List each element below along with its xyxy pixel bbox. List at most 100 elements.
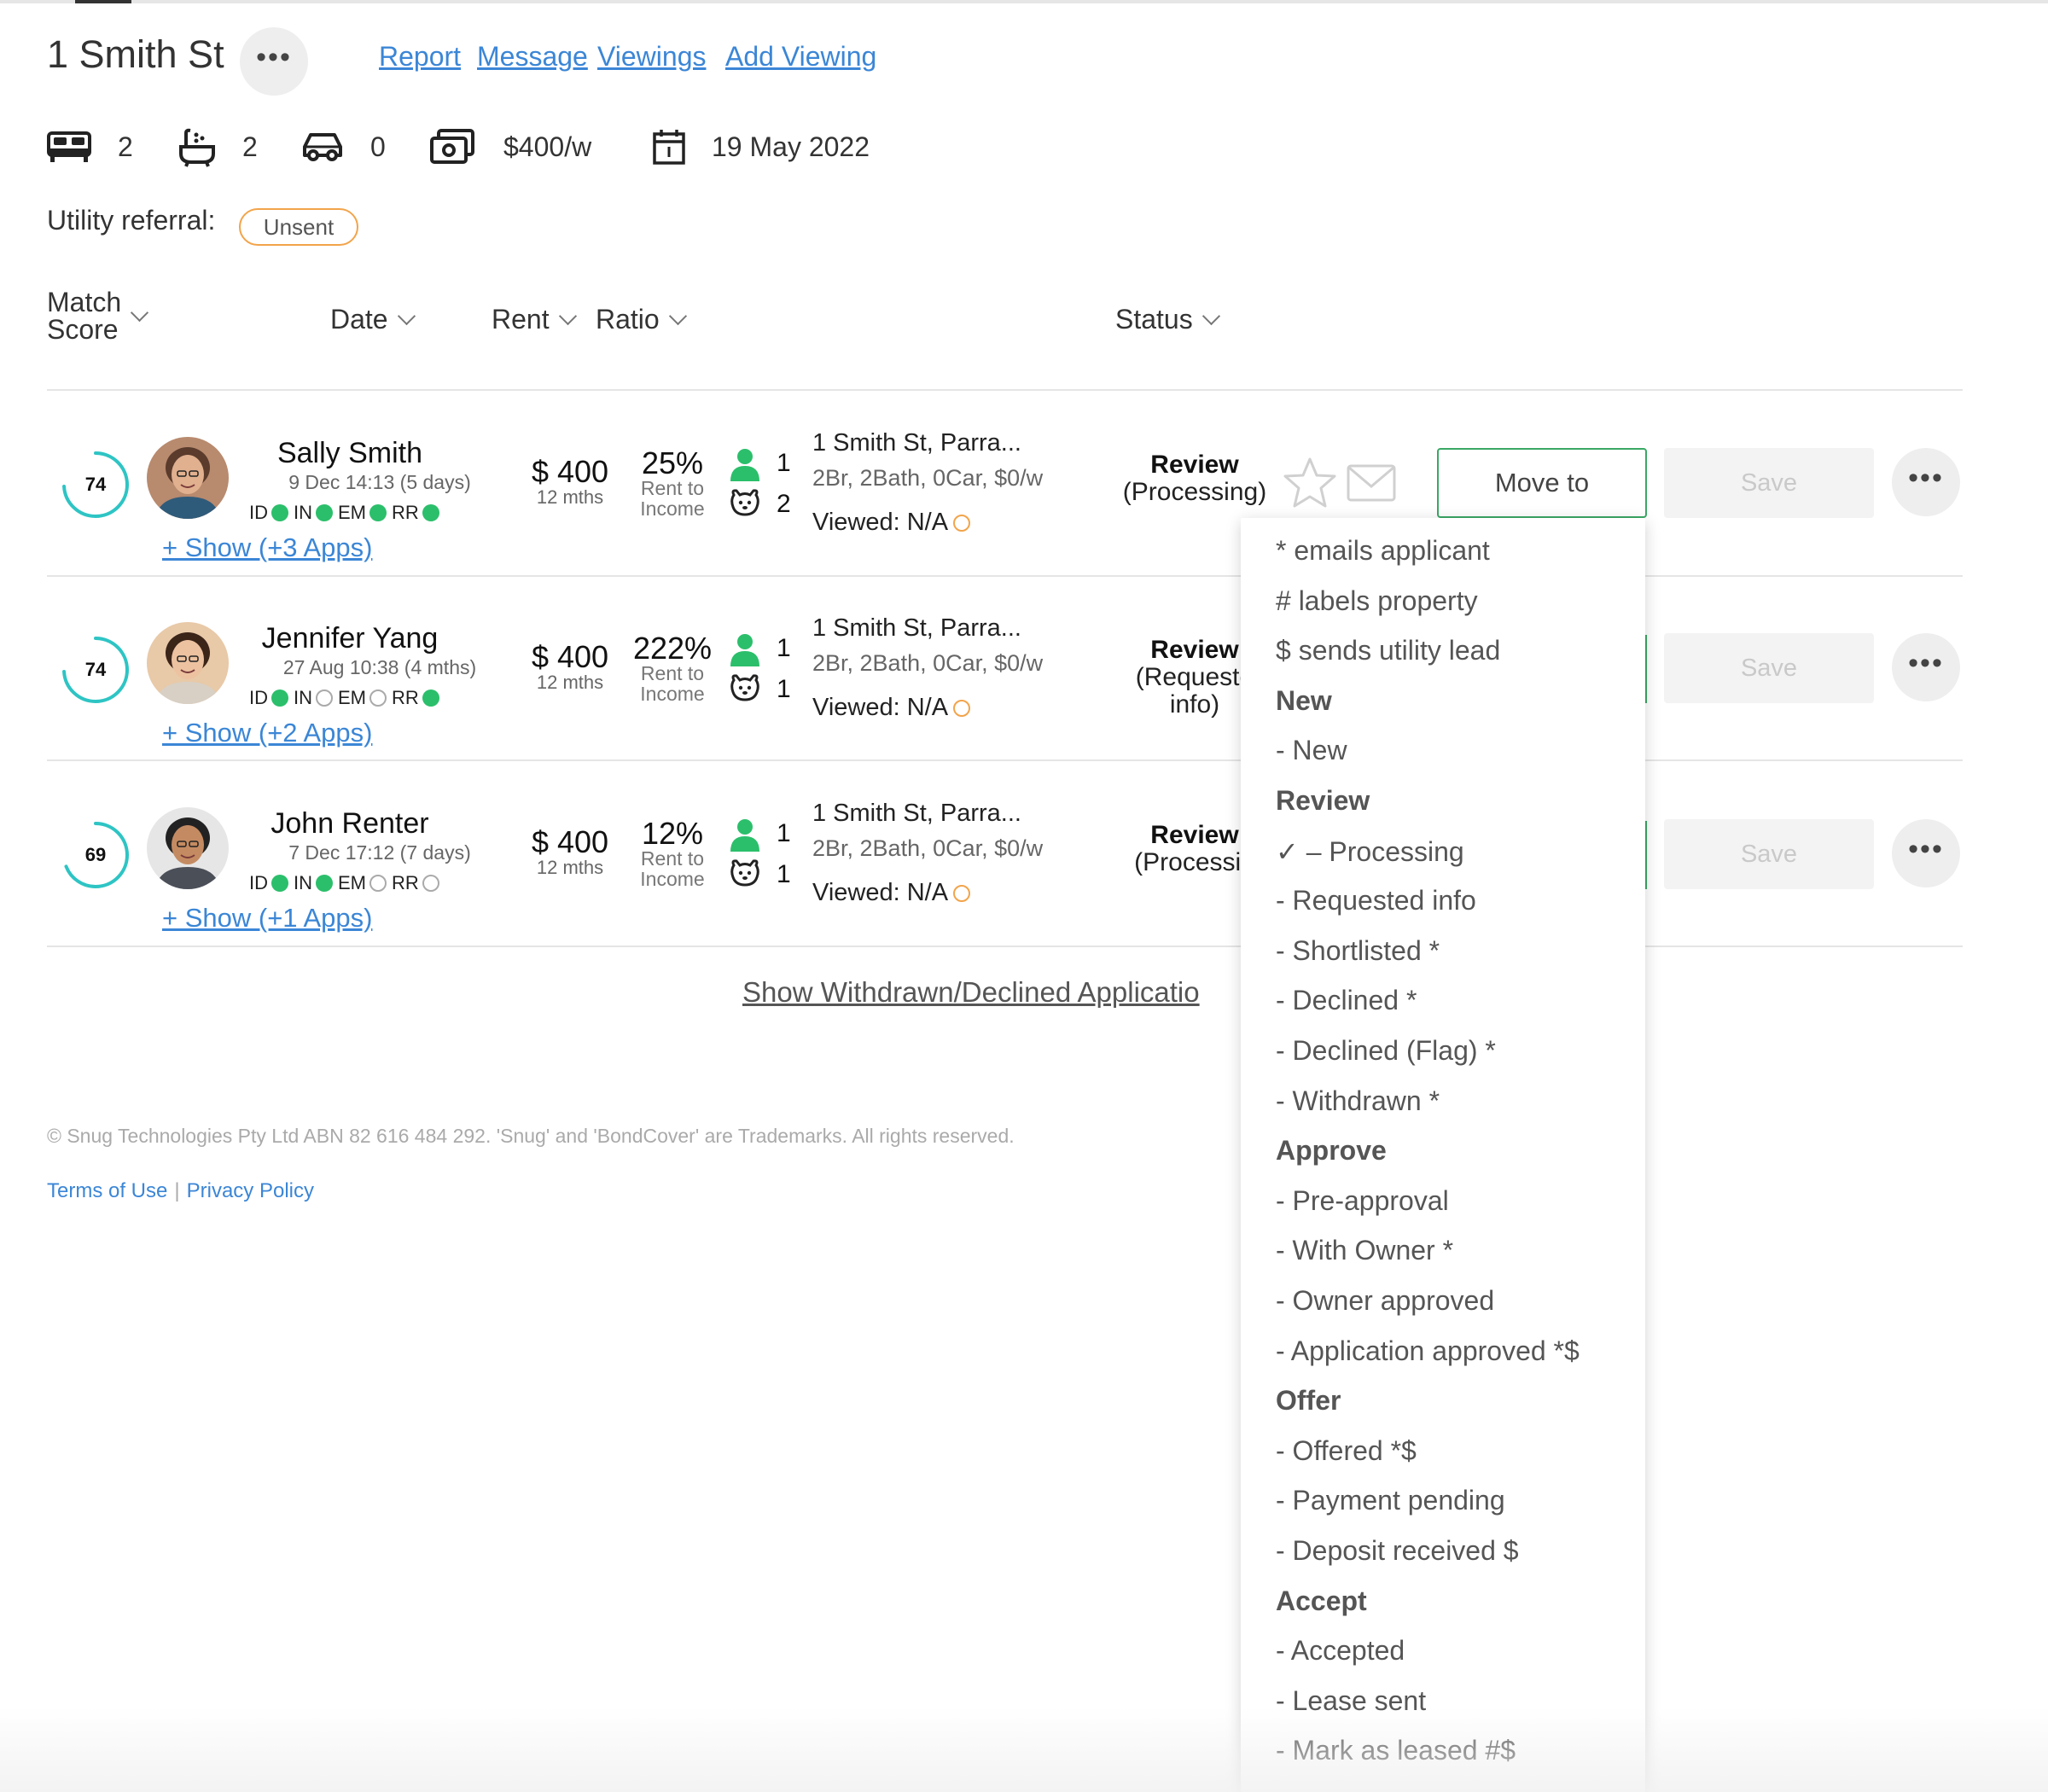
active-tab-indicator [75,0,131,3]
top-tab-bar [0,0,2048,3]
dropdown-option[interactable]: - Requested info [1276,885,1476,916]
check-status-dot [422,504,439,521]
dropdown-option[interactable]: - Owner approved [1276,1285,1494,1317]
property-address: 1 Smith St, Parra... [812,429,1021,457]
dropdown-group-label: Review [1276,785,1370,816]
report-link[interactable]: Report [379,41,461,73]
avatar[interactable] [147,807,229,889]
copyright-text: © Snug Technologies Pty Ltd ABN 82 616 4… [47,1125,1015,1147]
check-label: RR [392,502,419,523]
property-more-button[interactable]: ••• [240,27,308,96]
check-label: IN [294,872,312,893]
application-date: 9 Dec 14:13 (5 days) [288,471,471,493]
dropdown-option[interactable]: - Application approved *$ [1276,1335,1580,1367]
sort-status[interactable]: Status [1115,304,1220,335]
dropdown-option[interactable]: - Mark as leased #$ [1276,1735,1516,1766]
sort-ratio[interactable]: Ratio [596,304,687,335]
status-detail: (Processing) [1122,478,1267,506]
save-button[interactable]: Save [1664,633,1874,703]
terms-link[interactable]: Terms of Use [47,1179,167,1202]
application-date: 7 Dec 17:12 (7 days) [288,841,471,864]
match-score-label-1: Match [47,287,122,317]
show-more-apps-link[interactable]: + Show (+1 Apps) [162,903,372,934]
car-spaces-count: 0 [370,131,386,162]
star-icon[interactable] [1282,456,1338,510]
add-viewing-link[interactable]: Add Viewing [725,41,876,73]
applicant-name[interactable]: John Renter [230,807,469,841]
check-label: EM [338,502,366,523]
check-status-dot [369,504,387,521]
adults-count: 1 [777,634,791,662]
dropdown-legend-item: # labels property [1276,585,1478,616]
avatar[interactable] [147,437,229,519]
bed-icon [47,131,91,162]
dropdown-option[interactable]: - Withdrawn * [1276,1085,1440,1117]
property-address: 1 Smith St, Parra... [812,800,1021,827]
move-to-button[interactable]: Move to [1437,448,1647,518]
dropdown-option[interactable]: - Declined * [1276,985,1417,1016]
dropdown-group-label: Offer [1276,1385,1341,1417]
dropdown-option[interactable]: - Shortlisted * [1276,935,1440,967]
available-date: 19 May 2022 [712,131,870,162]
row-more-button[interactable]: ••• [1892,448,1960,516]
save-button[interactable]: Save [1664,819,1874,889]
match-score-label-2: Score [47,314,119,345]
show-withdrawn-link[interactable]: Show Withdrawn/Declined Applicatio [742,976,1200,1009]
row-more-button[interactable]: ••• [1892,819,1960,887]
status-main: Review [1150,451,1239,479]
dropdown-option[interactable]: - With Owner * [1276,1235,1453,1266]
check-label: IN [294,687,312,708]
rent-value: $ 400 [531,639,609,674]
adults-count: 1 [777,819,791,847]
row-divider [47,945,1963,947]
message-link[interactable]: Message [477,41,588,73]
show-more-apps-link[interactable]: + Show (+3 Apps) [162,532,372,563]
pets-count: 2 [777,490,791,518]
footer-links: Terms of Use | Privacy Policy [47,1179,314,1203]
rent-income-ratio: 222% [632,631,713,666]
ratio-label-1: Rent to [640,662,705,684]
bath-icon [179,128,215,167]
dropdown-option[interactable]: - New [1276,735,1347,766]
chevron-down-icon [1201,306,1220,326]
sort-date[interactable]: Date [330,304,416,335]
viewings-link[interactable]: Viewings [597,41,706,73]
footer-separator: | [174,1179,180,1202]
pet-icon [729,858,761,892]
chevron-down-icon [131,303,149,322]
viewed-status: Viewed: N/A [812,694,971,722]
applicant-name[interactable]: Sally Smith [230,437,469,470]
show-more-apps-link[interactable]: + Show (+2 Apps) [162,718,372,748]
dropdown-option[interactable]: - Declined (Flag) * [1276,1035,1496,1067]
row-more-button[interactable]: ••• [1892,633,1960,701]
date-label: Date [330,304,388,335]
ratio-label-1: Rent to [640,847,705,870]
avatar[interactable] [147,622,229,704]
privacy-link[interactable]: Privacy Policy [187,1179,314,1202]
save-button[interactable]: Save [1664,448,1874,518]
dropdown-option[interactable]: - Accepted [1276,1635,1405,1667]
dropdown-option[interactable]: - Pre-approval [1276,1185,1449,1217]
avatar-photo [147,622,229,704]
dropdown-option[interactable]: - Offered *$ [1276,1435,1417,1467]
sort-match-score[interactable]: Match Score [47,287,149,345]
sort-rent[interactable]: Rent [492,304,577,335]
person-icon [729,632,761,671]
chevron-down-icon [558,306,577,326]
dropdown-option[interactable]: - Deposit received $ [1276,1535,1519,1567]
rent-value: $ 400 [531,824,609,859]
more-icon: ••• [256,41,292,73]
dropdown-option[interactable]: ✓ – Processing [1276,835,1464,868]
ratio-label-2: Income [640,868,705,890]
dropdown-option[interactable]: - Payment pending [1276,1485,1505,1516]
rent-income-ratio: 25% [641,445,704,480]
dropdown-option[interactable]: - Lease sent [1276,1685,1426,1717]
applicant-name[interactable]: Jennifer Yang [230,622,469,655]
property-title: 1 Smith St [47,32,224,76]
utility-status-badge[interactable]: Unsent [239,208,358,246]
mail-icon[interactable] [1347,464,1396,502]
match-score-value: 74 [84,659,107,680]
status-label: Status [1115,304,1193,335]
row-divider [47,759,1963,761]
viewed-label: Viewed: N/A [812,694,949,721]
